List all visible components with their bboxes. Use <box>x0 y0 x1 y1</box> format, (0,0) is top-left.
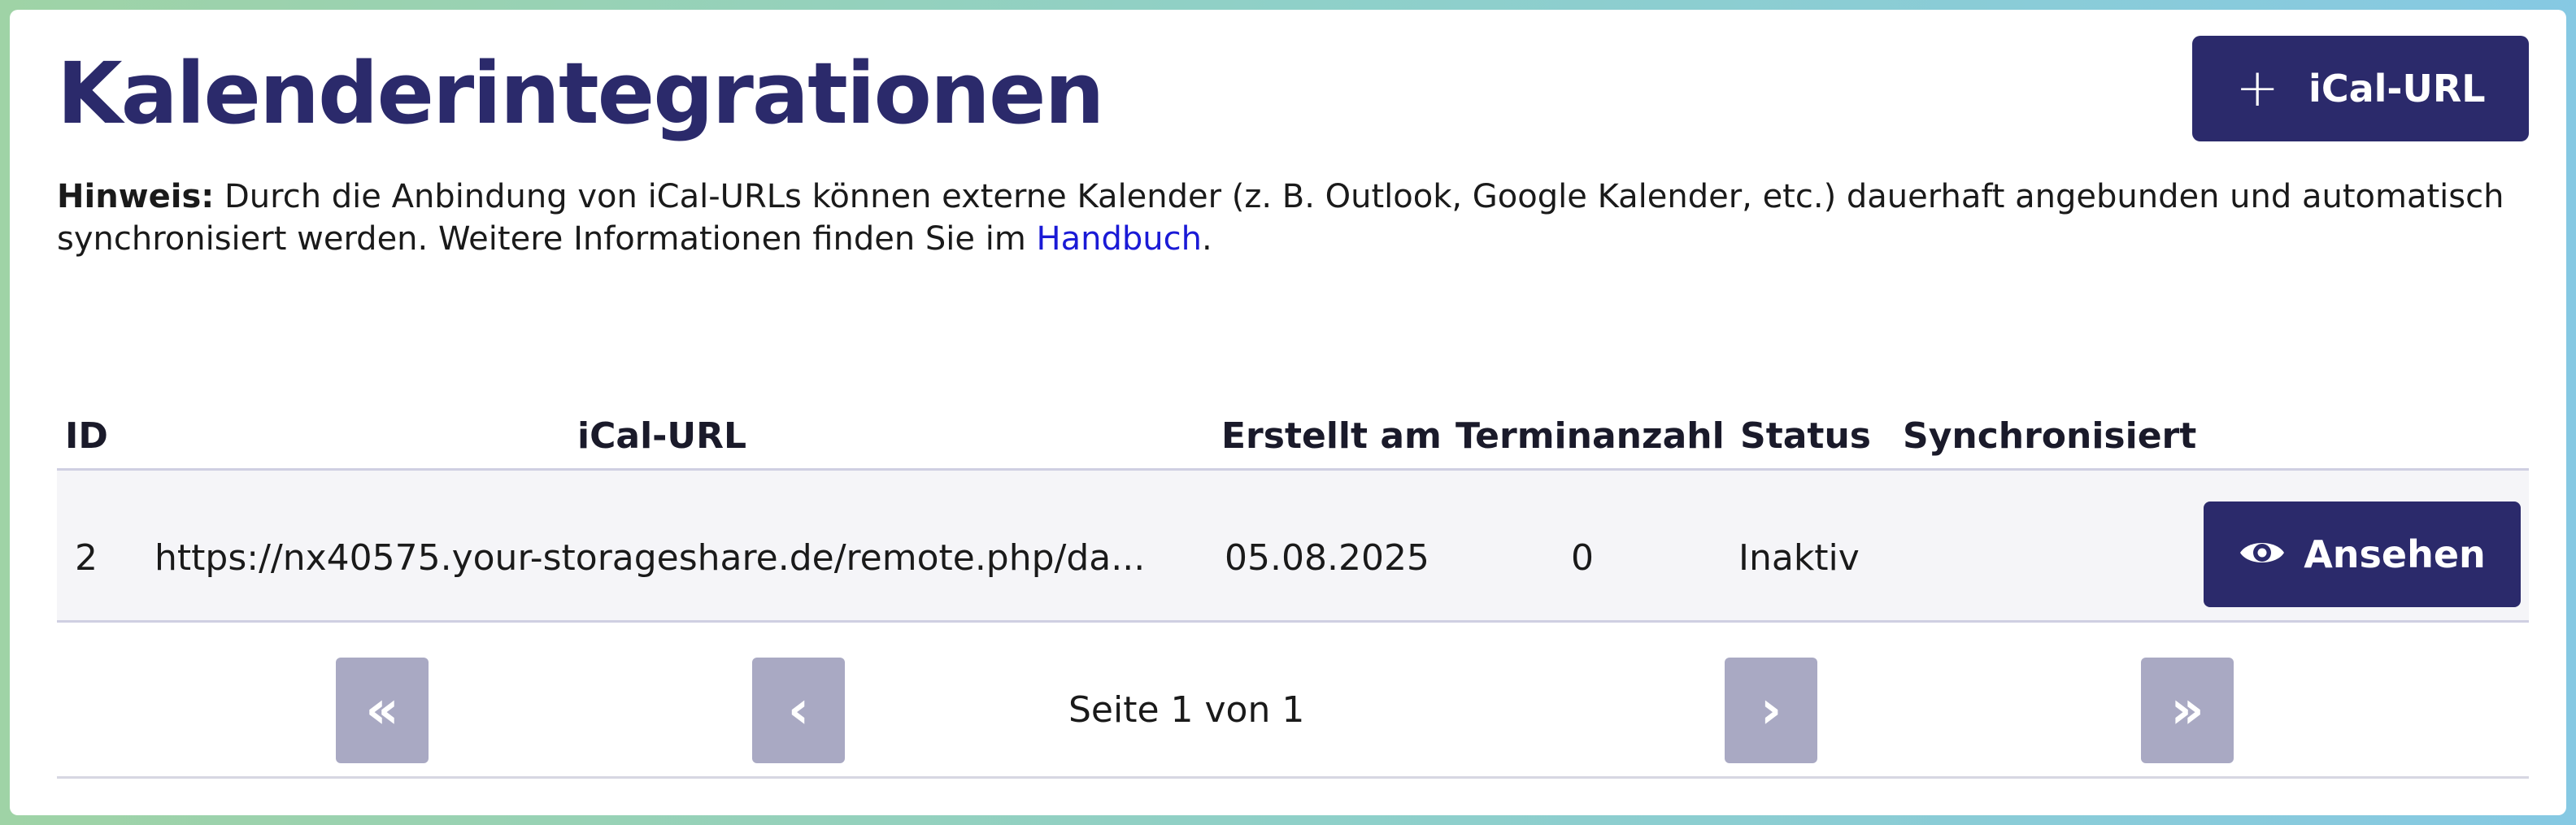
next-page-button[interactable]: › <box>1725 658 1817 763</box>
column-header-created: Erstellt am <box>1221 415 1442 457</box>
hint-text: Hinweis: Durch die Anbindung von iCal-UR… <box>57 176 2521 260</box>
hint-end: . <box>1201 220 1212 258</box>
last-page-button[interactable]: » <box>2141 658 2234 763</box>
cell-event-count: 0 <box>1571 537 1594 579</box>
hint-body: Durch die Anbindung von iCal-URLs können… <box>57 178 2504 258</box>
page-indicator: Seite 1 von 1 <box>1068 689 1305 731</box>
cell-created: 05.08.2025 <box>1225 537 1429 579</box>
handbook-link[interactable]: Handbuch <box>1037 220 1202 258</box>
column-header-status: Status <box>1740 415 1871 457</box>
cell-id: 2 <box>75 537 98 579</box>
previous-page-button[interactable]: ‹ <box>752 658 845 763</box>
column-header-id: ID <box>65 415 108 457</box>
table-bottom-divider <box>57 776 2529 779</box>
eye-icon <box>2239 536 2286 572</box>
hint-label: Hinweis: <box>57 178 215 215</box>
add-ical-url-button[interactable]: + iCal-URL <box>2192 36 2529 141</box>
cell-status: Inaktiv <box>1738 537 1860 579</box>
column-header-synced: Synchronisiert <box>1903 415 2197 457</box>
view-button[interactable]: Ansehen <box>2204 502 2521 607</box>
column-header-ical-url: iCal-URL <box>577 415 747 457</box>
plus-icon: + <box>2235 59 2280 119</box>
add-ical-url-label: iCal-URL <box>2308 67 2486 111</box>
cell-ical-url: https://nx40575.your-storageshare.de/rem… <box>154 537 1146 579</box>
column-header-event-count: Terminanzahl <box>1456 415 1725 457</box>
view-button-label: Ansehen <box>2304 532 2486 576</box>
app-frame: Kalenderintegrationen + iCal-URL Hinweis… <box>10 10 2566 815</box>
page-title: Kalenderintegrationen <box>57 44 1105 143</box>
first-page-button[interactable]: « <box>336 658 429 763</box>
